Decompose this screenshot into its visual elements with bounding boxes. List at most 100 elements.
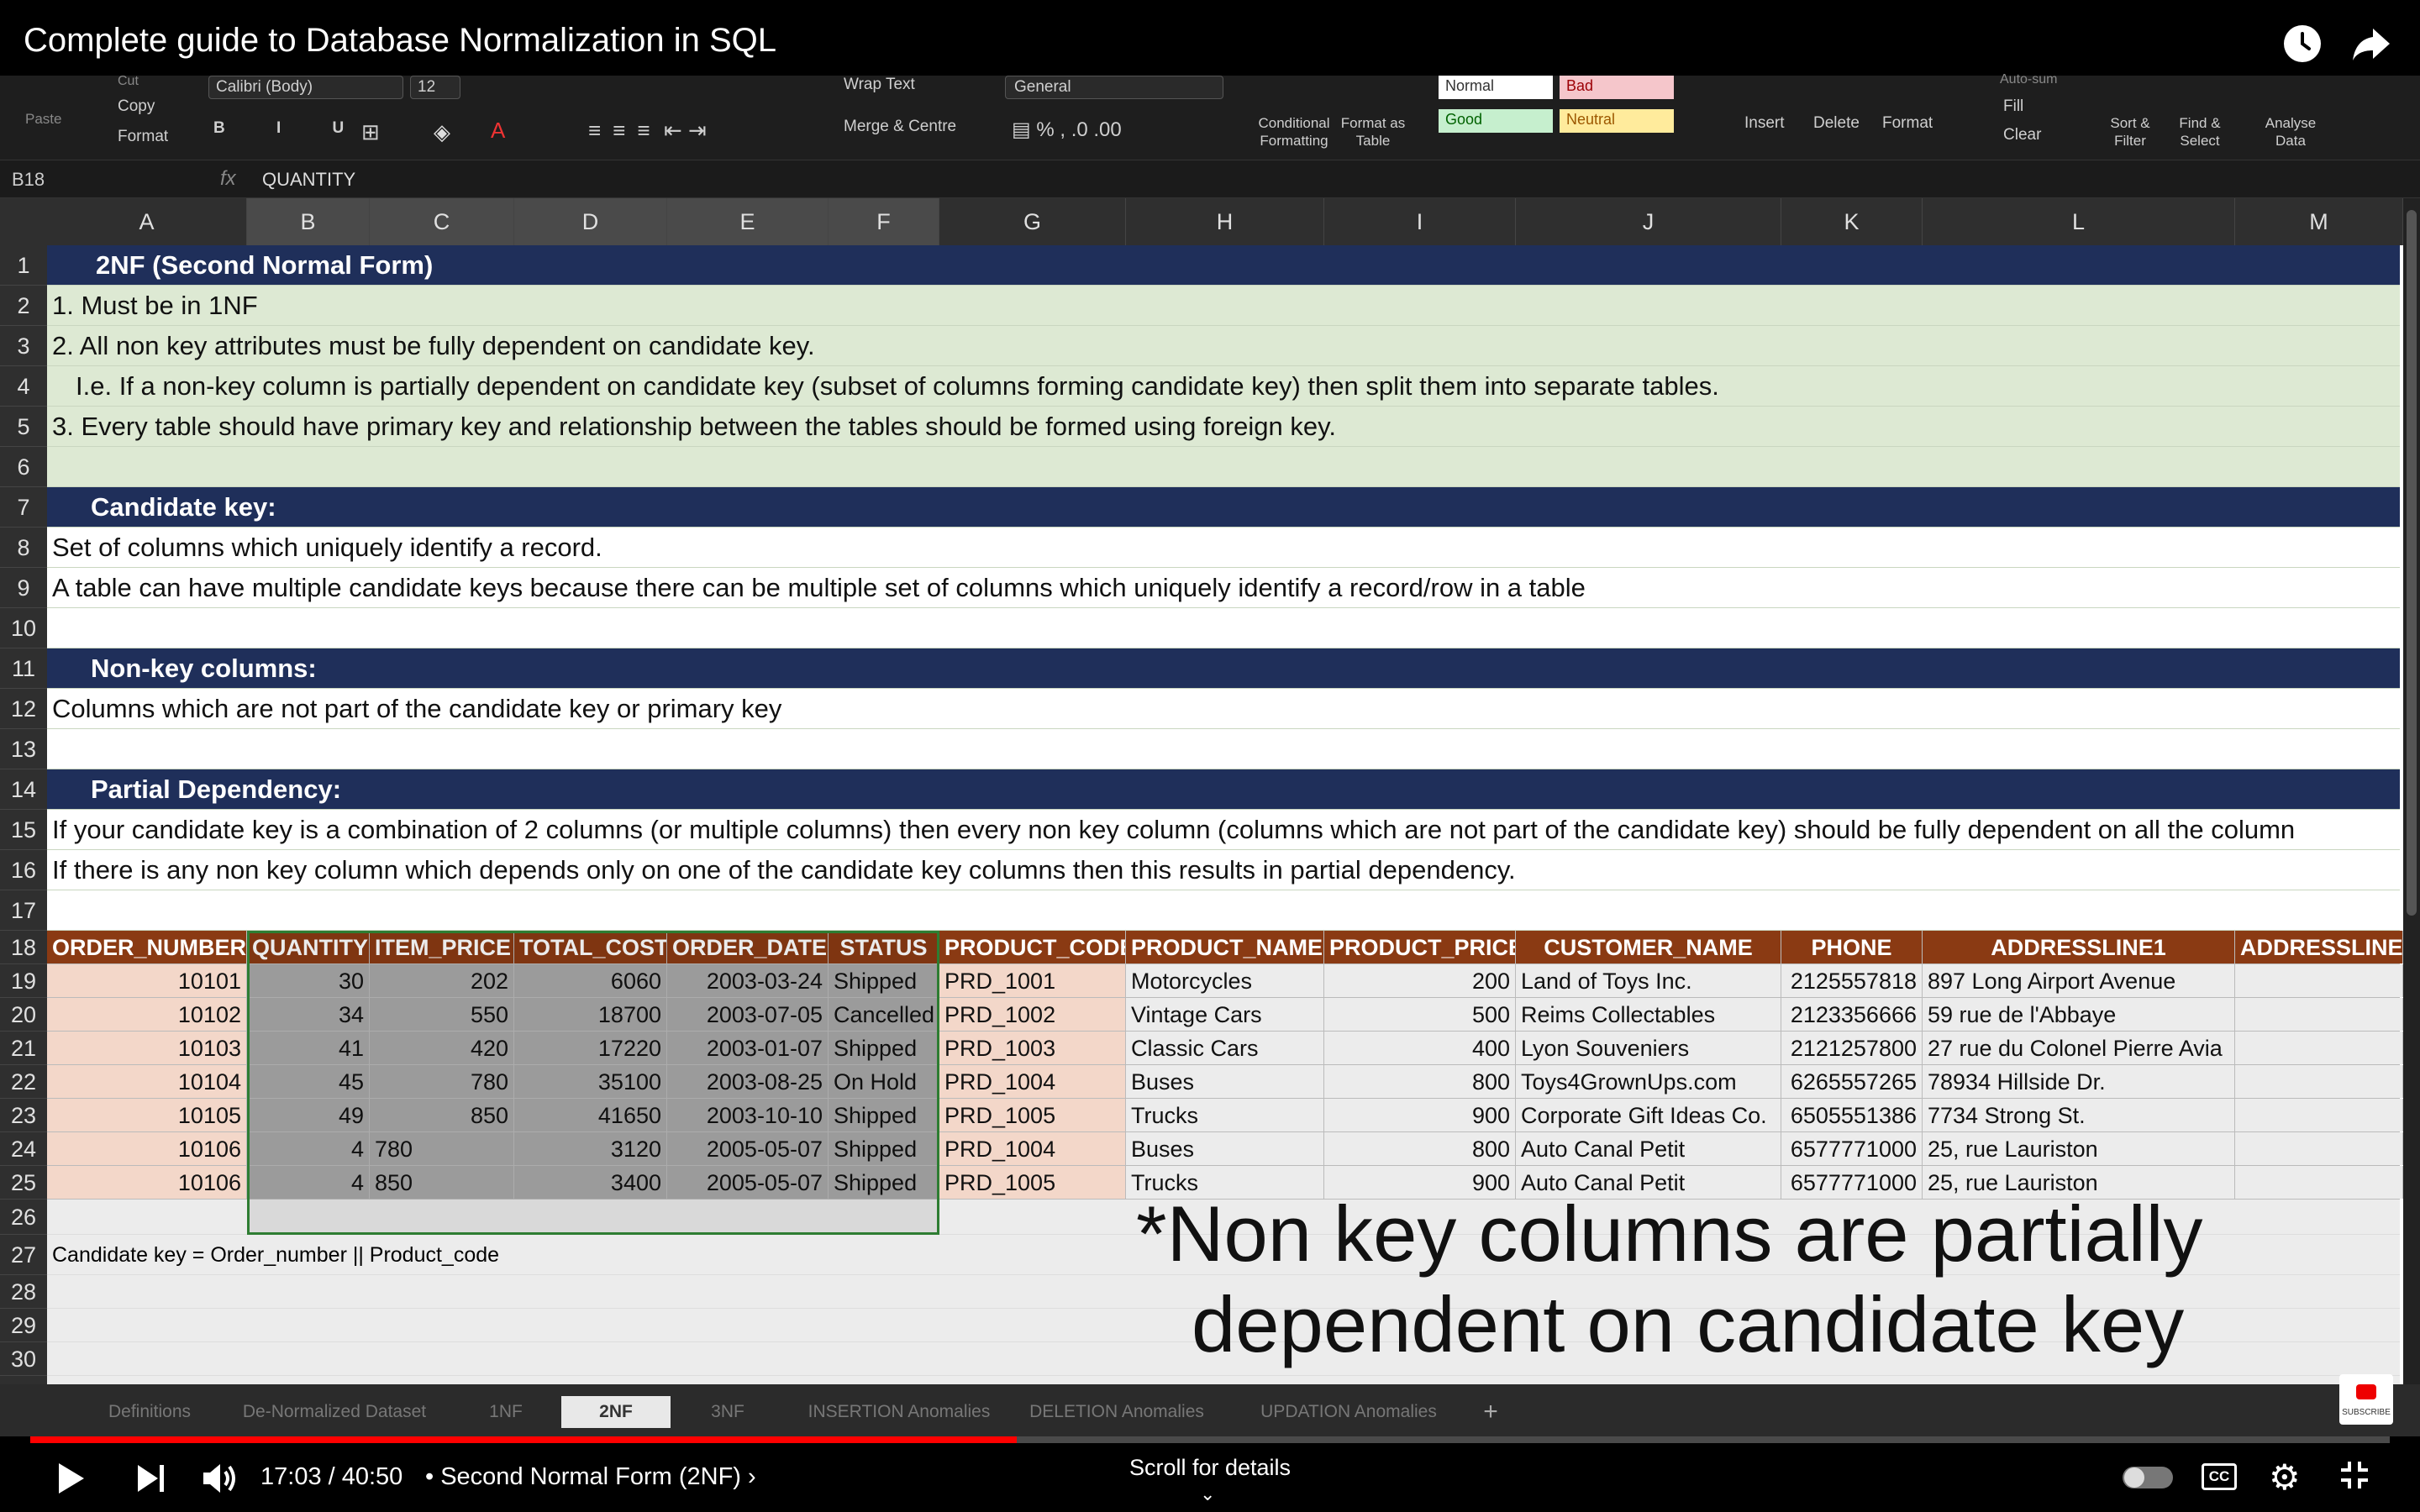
- table-cell[interactable]: Auto Canal Petit: [1516, 1132, 1781, 1165]
- sheet-tab[interactable]: DELETION Anomalies: [1028, 1396, 1205, 1428]
- row-header-9[interactable]: 9: [0, 568, 47, 608]
- sheet-row-4[interactable]: I.e. If a non-key column is partially de…: [47, 366, 2400, 407]
- sheet-row-11[interactable]: Non-key columns:: [47, 648, 2400, 689]
- row-header-11[interactable]: 11: [0, 648, 47, 689]
- row-header-1[interactable]: 1: [0, 245, 47, 286]
- table-cell[interactable]: 800: [1324, 1132, 1516, 1165]
- sheet-row-14[interactable]: Partial Dependency:: [47, 769, 2400, 810]
- font-size-select[interactable]: 12: [410, 76, 460, 99]
- row-header-5[interactable]: 5: [0, 407, 47, 447]
- cut-button[interactable]: Cut: [118, 74, 139, 89]
- table-cell[interactable]: PRD_1002: [939, 998, 1126, 1031]
- autoplay-toggle[interactable]: [2123, 1467, 2173, 1488]
- table-cell[interactable]: 30: [247, 964, 370, 997]
- column-title-2[interactable]: ITEM_PRICE: [370, 931, 514, 963]
- column-title-12[interactable]: ADDRESSLINE2: [2235, 931, 2403, 963]
- row-header-10[interactable]: 10: [0, 608, 47, 648]
- column-title-1[interactable]: QUANTITY: [247, 931, 370, 963]
- table-cell[interactable]: [2235, 1065, 2403, 1098]
- wrap-text-button[interactable]: Wrap Text: [844, 76, 915, 94]
- table-cell[interactable]: 550: [370, 998, 514, 1031]
- clear-button[interactable]: Clear: [2003, 126, 2041, 144]
- row-header-17[interactable]: 17: [0, 890, 47, 931]
- table-cell[interactable]: 45: [247, 1065, 370, 1098]
- column-header-i[interactable]: I: [1324, 198, 1516, 245]
- sort-filter-button[interactable]: Sort & Filter: [2101, 114, 2160, 150]
- style-neutral[interactable]: Neutral: [1560, 109, 1674, 133]
- row-header-6[interactable]: 6: [0, 447, 47, 487]
- sheet-row-10[interactable]: [47, 608, 2400, 648]
- sheet-tab[interactable]: INSERTION Anomalies: [798, 1396, 1000, 1428]
- table-row[interactable]: 10102 34 550 18700 2003-07-05 Cancelled PRD_10…: [47, 998, 2403, 1032]
- table-cell[interactable]: [2235, 1166, 2403, 1199]
- sheet-row-8[interactable]: Set of columns which uniquely identify a…: [47, 528, 2400, 568]
- table-cell[interactable]: Motorcycles: [1126, 964, 1324, 997]
- style-bad[interactable]: Bad: [1560, 76, 1674, 99]
- table-cell[interactable]: Cancelled: [829, 998, 939, 1031]
- formula-input[interactable]: QUANTITY: [262, 169, 355, 191]
- sheet-tab[interactable]: De-Normalized Dataset: [239, 1396, 430, 1428]
- merge-centre-button[interactable]: Merge & Centre: [844, 118, 956, 136]
- table-cell[interactable]: 18700: [514, 998, 667, 1031]
- column-header-d[interactable]: D: [514, 198, 667, 245]
- table-cell[interactable]: 2123356666: [1781, 998, 1923, 1031]
- table-cell[interactable]: [2235, 1132, 2403, 1165]
- row-header-4[interactable]: 4: [0, 366, 47, 407]
- table-cell[interactable]: 200: [1324, 964, 1516, 997]
- table-row[interactable]: 10106 4 780 3120 2005-05-07 Shipped PRD_1004 Bu…: [47, 1132, 2403, 1166]
- row-header-19[interactable]: 19: [0, 964, 47, 998]
- table-cell[interactable]: 2003-08-25: [667, 1065, 829, 1098]
- table-cell[interactable]: PRD_1005: [939, 1099, 1126, 1131]
- table-cell[interactable]: 10105: [47, 1099, 247, 1131]
- column-title-9[interactable]: CUSTOMER_NAME: [1516, 931, 1781, 963]
- table-cell[interactable]: 2121257800: [1781, 1032, 1923, 1064]
- table-cell[interactable]: 6265557265: [1781, 1065, 1923, 1098]
- row-header-15[interactable]: 15: [0, 810, 47, 850]
- table-cell[interactable]: 850: [370, 1166, 514, 1199]
- row-header-23[interactable]: 23: [0, 1099, 47, 1132]
- row-header-28[interactable]: 28: [0, 1275, 47, 1309]
- table-cell[interactable]: 2003-03-24: [667, 964, 829, 997]
- table-cell[interactable]: 500: [1324, 998, 1516, 1031]
- table-row[interactable]: 10101 30 202 6060 2003-03-24 Shipped PRD_1001 M…: [47, 964, 2403, 998]
- table-cell[interactable]: 2125557818: [1781, 964, 1923, 997]
- table-cell[interactable]: PRD_1005: [939, 1166, 1126, 1199]
- table-cell[interactable]: 10102: [47, 998, 247, 1031]
- column-header-a[interactable]: A: [47, 198, 247, 245]
- fill-color-icon[interactable]: ◈: [434, 119, 450, 145]
- sheet-row-5[interactable]: 3. Every table should have primary key a…: [47, 407, 2400, 447]
- vertical-scrollbar[interactable]: [2403, 198, 2420, 1384]
- table-cell[interactable]: 41: [247, 1032, 370, 1064]
- sheet-row-12[interactable]: Columns which are not part of the candid…: [47, 689, 2400, 729]
- add-sheet-button[interactable]: +: [1472, 1396, 1509, 1428]
- column-header-m[interactable]: M: [2235, 198, 2403, 245]
- copy-button[interactable]: Copy: [118, 97, 155, 116]
- row-header-29[interactable]: 29: [0, 1309, 47, 1342]
- indent-icons[interactable]: ⇤ ⇥: [664, 118, 707, 144]
- borders-icon[interactable]: ⊞: [361, 119, 380, 145]
- table-cell[interactable]: 800: [1324, 1065, 1516, 1098]
- row-header-8[interactable]: 8: [0, 528, 47, 568]
- insert-cells-button[interactable]: Insert: [1744, 114, 1785, 133]
- sheet-tab[interactable]: 3NF: [701, 1396, 755, 1428]
- sheet-tab[interactable]: UPDATION Anomalies: [1250, 1396, 1447, 1428]
- table-cell[interactable]: 10106: [47, 1166, 247, 1199]
- row-header-27[interactable]: 27: [0, 1235, 47, 1275]
- table-cell[interactable]: On Hold: [829, 1065, 939, 1098]
- sheet-row-1[interactable]: 2NF (Second Normal Form): [47, 245, 2400, 286]
- row-header-12[interactable]: 12: [0, 689, 47, 729]
- column-header-l[interactable]: L: [1923, 198, 2235, 245]
- column-header-j[interactable]: J: [1516, 198, 1781, 245]
- row-header-21[interactable]: 21: [0, 1032, 47, 1065]
- format-cells-button[interactable]: Format: [1882, 114, 1933, 133]
- fill-button[interactable]: Fill: [2003, 97, 2023, 116]
- table-row[interactable]: 10105 49 850 41650 2003-10-10 Shipped PRD_1005…: [47, 1099, 2403, 1132]
- column-header-g[interactable]: G: [939, 198, 1126, 245]
- table-cell[interactable]: 850: [370, 1099, 514, 1131]
- column-title-3[interactable]: TOTAL_COST: [514, 931, 667, 963]
- table-cell[interactable]: Toys4GrownUps.com: [1516, 1065, 1781, 1098]
- table-cell[interactable]: 6060: [514, 964, 667, 997]
- row-header-24[interactable]: 24: [0, 1132, 47, 1166]
- table-cell[interactable]: [2235, 1099, 2403, 1131]
- next-icon[interactable]: [134, 1462, 168, 1499]
